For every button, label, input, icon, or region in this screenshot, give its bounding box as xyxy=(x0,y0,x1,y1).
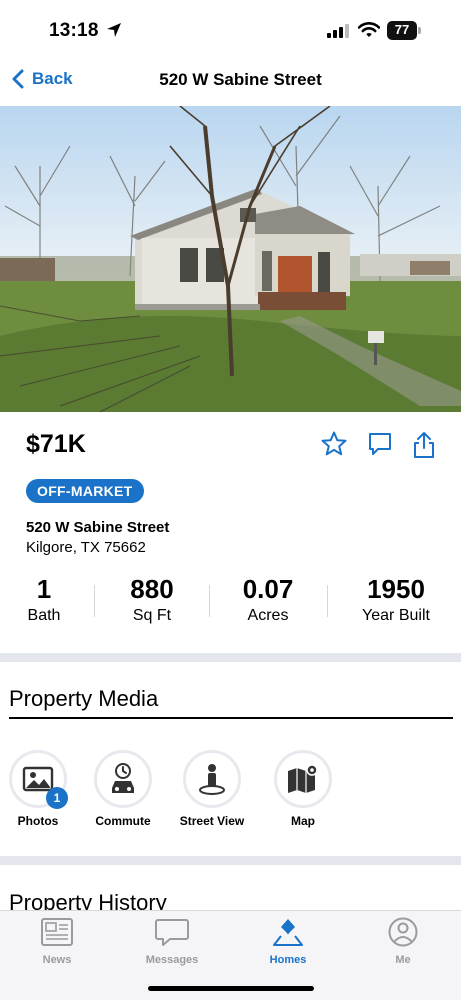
favorite-star-icon[interactable] xyxy=(320,430,348,458)
media-photos-button[interactable]: 1 Photos xyxy=(3,750,73,828)
media-label: Map xyxy=(291,814,315,828)
wifi-icon xyxy=(358,22,380,37)
stat-acres: 0.07 Acres xyxy=(225,573,311,627)
media-circle xyxy=(183,750,241,808)
stat-value: 1 xyxy=(36,574,52,604)
tab-homes[interactable]: Homes xyxy=(248,917,328,966)
map-pin-icon xyxy=(288,764,318,793)
location-arrow-icon xyxy=(107,23,121,37)
tab-messages[interactable]: Messages xyxy=(132,917,212,966)
home-indicator xyxy=(148,986,314,991)
status-time: 13:18 xyxy=(49,20,99,41)
media-map-button[interactable]: Map xyxy=(268,750,338,828)
listing-price: $71K xyxy=(26,430,86,458)
stat-sqft: 880 Sq Ft xyxy=(110,573,194,627)
homes-icon xyxy=(273,919,303,946)
stat-value: 0.07 xyxy=(242,574,294,604)
tab-label: Messages xyxy=(145,954,199,966)
status-badge: OFF-MARKET xyxy=(26,479,144,503)
address-street: 520 W Sabine Street xyxy=(26,519,170,536)
share-icon[interactable] xyxy=(410,430,438,460)
section-separator xyxy=(0,653,461,662)
media-label: Photos xyxy=(17,814,59,828)
messages-icon xyxy=(155,919,189,946)
section-separator xyxy=(0,856,461,865)
person-icon xyxy=(388,917,418,947)
news-icon xyxy=(41,918,73,946)
tab-label: News xyxy=(42,954,72,966)
commute-car-icon xyxy=(112,763,134,793)
media-circle xyxy=(94,750,152,808)
stat-divider xyxy=(327,585,328,617)
media-circle xyxy=(274,750,332,808)
media-label: Street View xyxy=(179,814,245,828)
media-circle: 1 xyxy=(9,750,68,809)
cellular-signal-icon xyxy=(327,24,349,38)
stat-label: Sq Ft xyxy=(132,607,172,624)
stat-value: 1950 xyxy=(367,574,425,604)
stat-label: Bath xyxy=(27,607,61,624)
battery-icon: 77 xyxy=(387,21,421,40)
comment-bubble-icon[interactable] xyxy=(366,430,394,458)
property-stats: 1 Bath 880 Sq Ft 0.07 Acres 1950 Year Bu… xyxy=(0,573,461,633)
tab-me[interactable]: Me xyxy=(363,917,443,966)
section-rule xyxy=(9,717,453,719)
stat-bath: 1 Bath xyxy=(4,573,84,627)
status-bar: 13:18 77 xyxy=(0,0,461,58)
stat-label: Year Built xyxy=(362,607,430,624)
stat-divider xyxy=(94,585,95,617)
media-label: Commute xyxy=(95,814,151,828)
navigation-bar: Back 520 W Sabine Street xyxy=(0,58,461,106)
tab-label: Homes xyxy=(269,954,307,966)
media-street-view-button[interactable]: Street View xyxy=(177,750,247,828)
media-commute-button[interactable]: Commute xyxy=(88,750,158,828)
stat-year-built: 1950 Year Built xyxy=(346,573,446,627)
photo-count-badge: 1 xyxy=(46,787,68,809)
stat-value: 880 xyxy=(130,574,174,604)
property-photo[interactable] xyxy=(0,106,461,412)
property-media-title: Property Media xyxy=(9,686,159,711)
battery-level: 77 xyxy=(394,22,410,37)
stat-divider xyxy=(209,585,210,617)
address-city: Kilgore, TX 75662 xyxy=(26,539,146,556)
tab-news[interactable]: News xyxy=(17,917,97,966)
stat-label: Acres xyxy=(247,607,289,624)
property-photo-image xyxy=(0,106,461,412)
page-title: 520 W Sabine Street xyxy=(159,70,322,89)
street-view-person-icon xyxy=(199,764,225,795)
tab-label: Me xyxy=(395,954,411,966)
